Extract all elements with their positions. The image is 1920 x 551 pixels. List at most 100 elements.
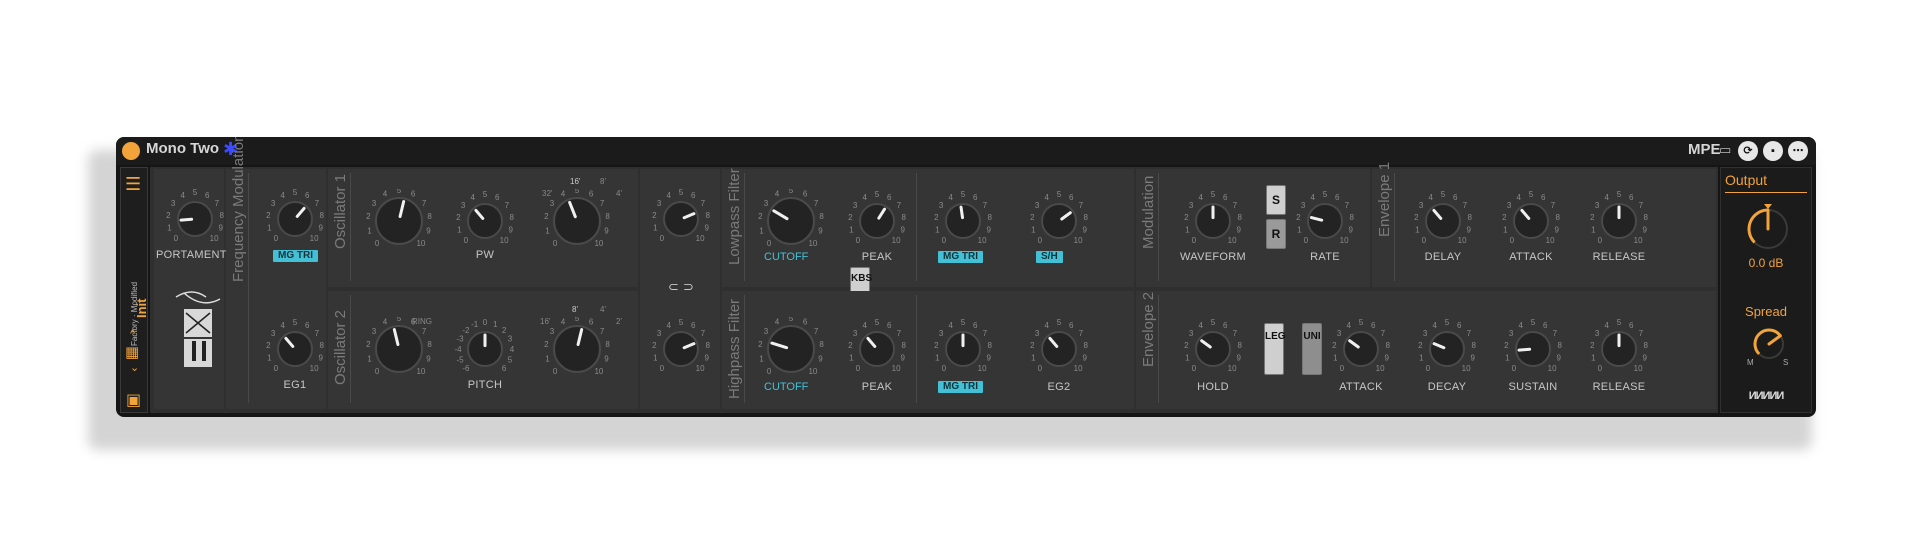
unison-button[interactable]: UNI — [1302, 323, 1322, 375]
lp-sh-knob[interactable]: 0 1 2 3 4 5 6 7 8 9 10 — [1024, 189, 1094, 249]
preset-save-icon[interactable]: ▣ — [126, 390, 141, 410]
knob-scale-number: 1 — [1333, 353, 1338, 362]
knob-scale-number: 5 — [1323, 190, 1328, 199]
retrig-r-button[interactable]: R — [1266, 219, 1286, 249]
spread-knob[interactable] — [1749, 322, 1789, 362]
knob-scale-number: 4 — [281, 321, 286, 330]
spread-m-label: M — [1747, 358, 1754, 367]
knob-scale-number: 6 — [305, 321, 310, 330]
knob-scale-number: 10 — [210, 234, 219, 243]
knob-scale-number: 1 — [653, 353, 658, 362]
mpe-label[interactable]: MPE — [1688, 141, 1721, 158]
env1-release-knob[interactable]: 0 1 2 3 4 5 6 7 8 9 10 — [1584, 189, 1654, 249]
hp-cutoff-knob[interactable]: 0 1 2 3 4 5 6 7 8 9 10 — [756, 317, 826, 377]
osc2-pitch-knob[interactable]: -6 -5 -4 -3 -2 -1 0 1 2 3 4 5 6 — [450, 317, 520, 377]
knob-scale-number: 5 — [875, 318, 880, 327]
hamburger-menu-icon[interactable]: ☰ — [125, 174, 141, 195]
mixer-osc2-knob[interactable]: 0 1 2 3 4 5 6 7 8 9 10 — [646, 317, 716, 377]
knob-scale-number: 10 — [310, 234, 319, 243]
knob-scale-number: 8 — [1643, 213, 1648, 222]
mixer-link-icon[interactable]: ⊂ ⊃ — [642, 279, 720, 295]
knob-scale-number: 10 — [1376, 364, 1385, 373]
knob-scale-number: 4 — [775, 189, 780, 198]
hp-mg-knob[interactable]: 0 1 2 3 4 5 6 7 8 9 10 — [928, 317, 998, 377]
modulation-divider — [1158, 173, 1159, 281]
portamento-knob[interactable]: 0 1 2 3 4 5 6 7 8 9 10 — [160, 187, 230, 247]
legato-button[interactable]: LEG — [1264, 323, 1286, 375]
knob-scale-number: 6 — [1629, 321, 1634, 330]
output-gain-knob[interactable] — [1743, 202, 1793, 252]
knob-scale-number: 9 — [426, 355, 431, 364]
knob-scale-number: 1 — [367, 227, 372, 236]
env2-release-label: RELEASE — [1592, 381, 1646, 393]
hp-eg2-knob[interactable]: 0 1 2 3 4 5 6 7 8 9 10 — [1024, 317, 1094, 377]
lp-sh-chip[interactable]: S/H — [1036, 251, 1063, 263]
lp-peak-knob[interactable]: 0 1 2 3 4 5 6 7 8 9 10 — [842, 189, 912, 249]
knob-scale-number: 5 — [789, 189, 794, 195]
env2-release-knob[interactable]: 0 1 2 3 4 5 6 7 8 9 10 — [1584, 317, 1654, 377]
knob-scale-number: 0 — [660, 234, 665, 243]
osc2-shape-knob[interactable]: 0 1 2 3 4 5 6 7 8 9 10 — [364, 317, 434, 377]
env2-attack-knob[interactable]: 0 1 2 3 4 5 6 7 8 9 10 — [1326, 317, 1396, 377]
knob-scale-number: 1 — [167, 223, 172, 232]
env1-attack-knob[interactable]: 0 1 2 3 4 5 6 7 8 9 10 — [1496, 189, 1566, 249]
lp-cutoff-knob[interactable]: 0 1 2 3 4 5 6 7 8 9 10 — [756, 189, 826, 249]
preset-up-icon[interactable]: ^ — [130, 328, 135, 340]
fm-eg1-knob[interactable]: 0 1 2 3 4 5 6 7 8 9 10 — [260, 317, 330, 377]
knob-scale-number: 6 — [495, 193, 500, 202]
knob-scale-number: 3 — [1189, 201, 1194, 210]
hp-eg2-label: EG2 — [1047, 381, 1071, 393]
preset-name-wrapper[interactable]: Init — [133, 299, 151, 319]
knob-scale-number: 3 — [1035, 201, 1040, 210]
refresh-icon[interactable]: ⟳ — [1738, 141, 1758, 161]
freq-mod-title: Frequency Modulation — [230, 137, 247, 282]
knob-scale-number: 2 — [848, 213, 853, 222]
lp-mg-chip[interactable]: MG TRI — [938, 251, 983, 263]
sync-s-button[interactable]: S — [1266, 185, 1286, 215]
knob-scale-number: 4 — [383, 189, 388, 198]
preset-grid-icon[interactable]: ▦ — [125, 343, 139, 361]
knob-scale-number: 4 — [1045, 193, 1050, 202]
knob-scale-number: 7 — [701, 199, 706, 208]
knob-scale-number: 4 — [863, 321, 868, 330]
osc1-tick-16: 16' — [570, 177, 581, 186]
knob-scale-number: 6 — [1223, 193, 1228, 202]
env2-sustain-knob[interactable]: 0 1 2 3 4 5 6 7 8 9 10 — [1498, 317, 1568, 377]
knob-scale-number: 4 — [1347, 321, 1352, 330]
more-icon[interactable]: ⋯ — [1788, 141, 1808, 161]
knob-scale-number: 0 — [1192, 236, 1197, 245]
osc1-tick-8: 8' — [600, 177, 606, 186]
env2-hold-knob[interactable]: 0 1 2 3 4 5 6 7 8 9 10 — [1178, 317, 1248, 377]
knob-scale-number: 1 — [367, 355, 372, 364]
osc1-shape-knob[interactable]: 0 1 2 3 4 5 6 7 8 9 10 — [364, 189, 434, 249]
knob-scale-number: 6 — [691, 321, 696, 330]
osc2-octave-knob[interactable]: 0 1 2 3 4 5 6 7 8 9 10 — [542, 317, 612, 377]
fm-mg-knob[interactable]: 0 1 2 3 4 5 6 7 8 9 10 — [260, 187, 330, 247]
fm-mg-chip[interactable]: MG TRI — [273, 250, 318, 262]
knob-scale-number: 6 — [691, 191, 696, 200]
env1-delay-knob[interactable]: 0 1 2 3 4 5 6 7 8 9 10 — [1408, 189, 1478, 249]
knob-scale-number: 4 — [863, 193, 868, 202]
knob-scale-number: 9 — [818, 227, 823, 236]
preset-down-icon[interactable]: ⌄ — [130, 361, 139, 374]
knob-scale-number: 8 — [427, 340, 432, 349]
knob-scale-number: 10 — [310, 364, 319, 373]
freq-mod-divider — [248, 173, 249, 403]
osc1-pw-knob[interactable]: 0 1 2 3 4 5 6 7 8 9 10 — [450, 189, 520, 249]
knob-scale-number: 2 — [758, 212, 763, 221]
lp-mg-knob[interactable]: 0 1 2 3 4 5 6 7 8 9 10 — [928, 189, 998, 249]
knob-scale-number: 7 — [897, 201, 902, 210]
hp-mg-chip[interactable]: MG TRI — [938, 381, 983, 393]
calendar-icon[interactable]: ▭ — [1719, 143, 1733, 157]
mod-rate-knob[interactable]: 0 1 2 3 4 5 6 7 8 9 10 — [1290, 189, 1360, 249]
knob-scale-number: 0 — [1598, 236, 1603, 245]
env2-decay-knob[interactable]: 0 1 2 3 4 5 6 7 8 9 10 — [1412, 317, 1482, 377]
mixer-osc1-knob[interactable]: 0 1 2 3 4 5 6 7 8 9 10 — [646, 187, 716, 247]
device-power-button[interactable] — [122, 142, 140, 160]
save-icon[interactable]: ▪ — [1763, 141, 1783, 161]
knob-body — [375, 325, 423, 373]
knob-scale-number: 9 — [1082, 353, 1087, 362]
mod-waveform-knob[interactable]: 0 1 2 3 4 5 6 7 8 9 10 — [1178, 189, 1248, 249]
osc1-octave-knob[interactable]: 0 1 2 3 4 5 6 7 8 9 10 — [542, 189, 612, 249]
hp-peak-knob[interactable]: 0 1 2 3 4 5 6 7 8 9 10 — [842, 317, 912, 377]
